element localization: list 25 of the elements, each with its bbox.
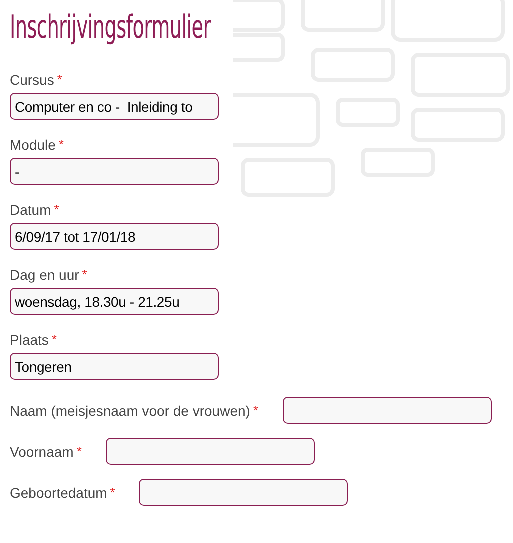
field-label: Plaats <box>10 332 49 348</box>
input-field[interactable] <box>139 479 348 506</box>
input-field[interactable]: Tongeren <box>10 353 219 380</box>
field-label: Naam (meisjesnaam voor de vrouwen) <box>10 402 250 418</box>
input-field[interactable] <box>106 438 315 465</box>
required-mark: * <box>76 444 82 458</box>
field-label: Datum <box>10 202 52 218</box>
required-mark: * <box>82 267 88 282</box>
input-field[interactable]: Computer en co - Inleiding to <box>10 93 219 120</box>
required-mark: * <box>57 72 62 87</box>
form-title: Inschrijvingsformulier <box>10 8 212 44</box>
field-label: Cursus <box>10 72 54 88</box>
required-mark: * <box>110 484 116 500</box>
required-mark: * <box>253 402 258 418</box>
field-label: Voornaam <box>10 444 74 460</box>
input-field[interactable]: woensdag, 18.30u - 21.25u <box>10 288 219 315</box>
required-mark: * <box>52 332 57 347</box>
input-field[interactable] <box>282 397 492 424</box>
input-field[interactable]: 6/09/17 tot 17/01/18 <box>10 223 219 250</box>
required-mark: * <box>54 202 60 217</box>
field-label: Module <box>10 137 56 153</box>
field-label: Geboortedatum <box>10 484 108 500</box>
field-label: Dag en uur <box>10 267 80 283</box>
required-mark: * <box>58 137 64 152</box>
input-field[interactable]: - <box>10 158 219 185</box>
